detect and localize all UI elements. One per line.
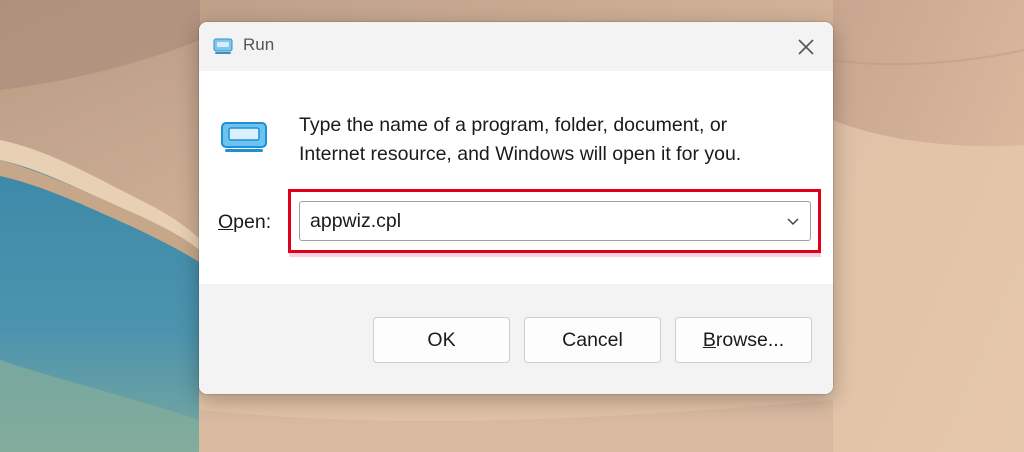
open-label: Open: [218,211,271,234]
ok-button[interactable]: OK [373,317,510,363]
open-input[interactable] [300,202,770,240]
open-label-mnemonic: O [218,211,234,233]
instructions-line-2: Internet resource, and Windows will open… [299,143,742,165]
open-label-text: pen: [233,211,272,233]
instructions-line-1: Type the name of a program, folder, docu… [299,114,728,136]
close-icon[interactable] [793,34,819,60]
open-combobox[interactable] [299,201,811,241]
cancel-button[interactable]: Cancel [524,317,661,363]
browse-button[interactable]: Browse... [675,317,812,363]
highlight-shadow [289,253,821,257]
title-bar[interactable]: Run [199,22,833,71]
browse-label: rowse... [715,329,785,351]
instructions-text: Type the name of a program, folder, docu… [299,111,779,169]
window-title: Run [243,35,275,54]
run-icon [213,38,233,54]
dialog-content: Type the name of a program, folder, docu… [199,71,833,284]
run-program-icon [221,122,267,152]
browse-mnemonic: B [702,329,716,351]
chevron-down-icon[interactable] [786,214,800,228]
button-bar: OK Cancel Browse... [199,284,833,394]
run-dialog: Run Type the name of a program, folder, … [199,22,833,394]
